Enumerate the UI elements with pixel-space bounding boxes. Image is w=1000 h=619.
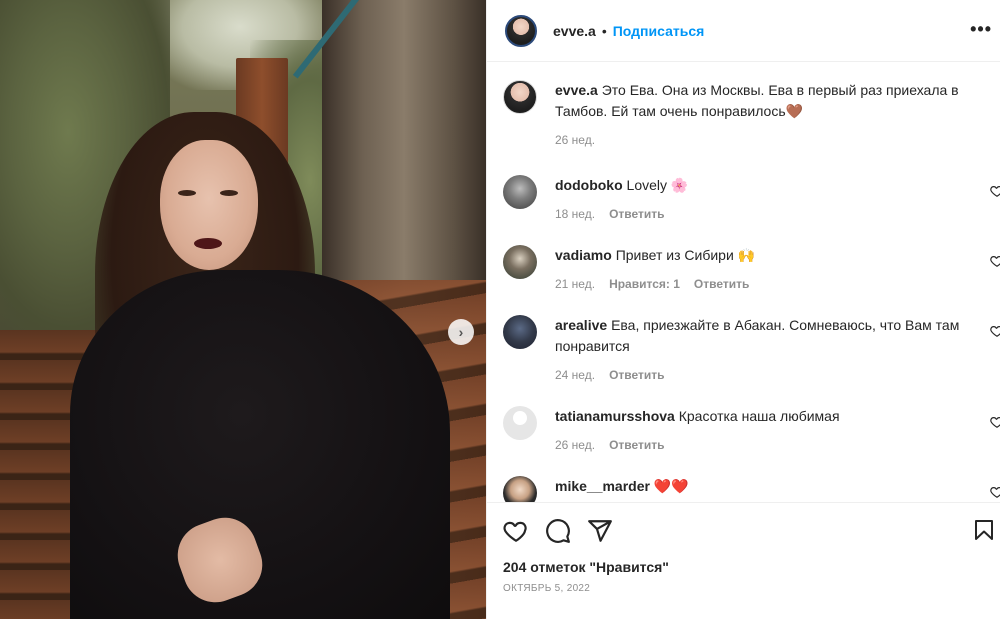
comment-likes[interactable]: Нравится: 1 [609,274,680,295]
bookmark-icon[interactable] [972,517,996,543]
follow-button[interactable]: Подписаться [613,23,705,39]
caption: evve.a Это Ева. Она из Москвы. Ева в пер… [503,80,1000,151]
photo-eye [220,190,238,196]
reply-button[interactable]: Ответить [609,435,664,456]
post-date[interactable]: Октябрь 5, 2022 [503,583,984,594]
comment-username[interactable]: dodoboko [555,177,623,193]
comment-text: Ева, приезжайте в Абакан. Сомневаюсь, чт… [555,317,960,354]
comment-avatar[interactable] [503,315,537,349]
comment-username[interactable]: tatianamursshova [555,408,675,424]
paper-plane-icon[interactable] [587,518,613,544]
caption-time[interactable]: 26 нед. [555,130,595,151]
comment-item: mike__marder ❤️❤️ [503,476,1000,502]
comment-like-heart-icon[interactable] [990,254,1000,268]
author-username[interactable]: evve.a [553,23,596,39]
comment-avatar[interactable] [503,476,537,502]
heart-icon[interactable] [503,518,529,544]
photo-eye [178,190,196,196]
comment-like-heart-icon[interactable] [990,415,1000,429]
post-header: evve.a • Подписаться ••• [487,0,1000,62]
likes-count[interactable]: 204 отметок "Нравится" [503,559,984,575]
caption-avatar[interactable] [503,80,537,114]
comment-time[interactable]: 21 нед. [555,274,595,295]
comment-text: ❤️❤️ [653,478,689,494]
separator-dot: • [601,22,607,39]
reply-button[interactable]: Ответить [694,274,749,295]
caption-text: Это Ева. Она из Москвы. Ева в первый раз… [555,82,959,119]
caption-username[interactable]: evve.a [555,82,598,98]
post-details-pane: evve.a • Подписаться ••• evve.a Это Ева.… [486,0,1000,619]
comment-time[interactable]: 24 нед. [555,365,595,386]
comment-item: vadiamo Привет из Сибири 🙌 21 нед. Нрави… [503,245,1000,295]
comment-text: Привет из Сибири 🙌 [615,247,756,263]
comment-username[interactable]: arealive [555,317,607,333]
comment-avatar[interactable] [503,245,537,279]
comment-text: Lovely 🌸 [626,177,689,193]
comment-bubble-icon[interactable] [545,518,571,544]
comments-list[interactable]: evve.a Это Ева. Она из Москвы. Ева в пер… [487,62,1000,502]
comment-text: Красотка наша любимая [678,408,840,424]
comment-time[interactable]: 26 нед. [555,435,595,456]
reply-button[interactable]: Ответить [609,365,664,386]
reply-button[interactable]: Ответить [609,204,664,225]
comment-item: dodoboko Lovely 🌸 18 нед. Ответить [503,175,1000,225]
chevron-right-icon: › [458,324,464,340]
comment-item: tatianamursshova Красотка наша любимая 2… [503,406,1000,456]
post-photo[interactable]: › [0,0,486,619]
comment-username[interactable]: mike__marder [555,478,650,494]
comment-like-heart-icon[interactable] [990,485,1000,499]
comment-username[interactable]: vadiamo [555,247,612,263]
comment-avatar-placeholder[interactable] [503,406,537,440]
comment-avatar[interactable] [503,175,537,209]
post-actions: 204 отметок "Нравится" Октябрь 5, 2022 [487,502,1000,619]
photo-face [160,140,258,270]
comment-like-heart-icon[interactable] [990,324,1000,338]
comment-like-heart-icon[interactable] [990,184,1000,198]
next-photo-button[interactable]: › [448,319,474,345]
comment-item: arealive Ева, приезжайте в Абакан. Сомне… [503,315,1000,386]
author-avatar[interactable] [505,14,537,47]
comment-time[interactable]: 18 нед. [555,204,595,225]
photo-lips [194,238,222,249]
ellipsis-icon[interactable]: ••• [970,19,992,40]
